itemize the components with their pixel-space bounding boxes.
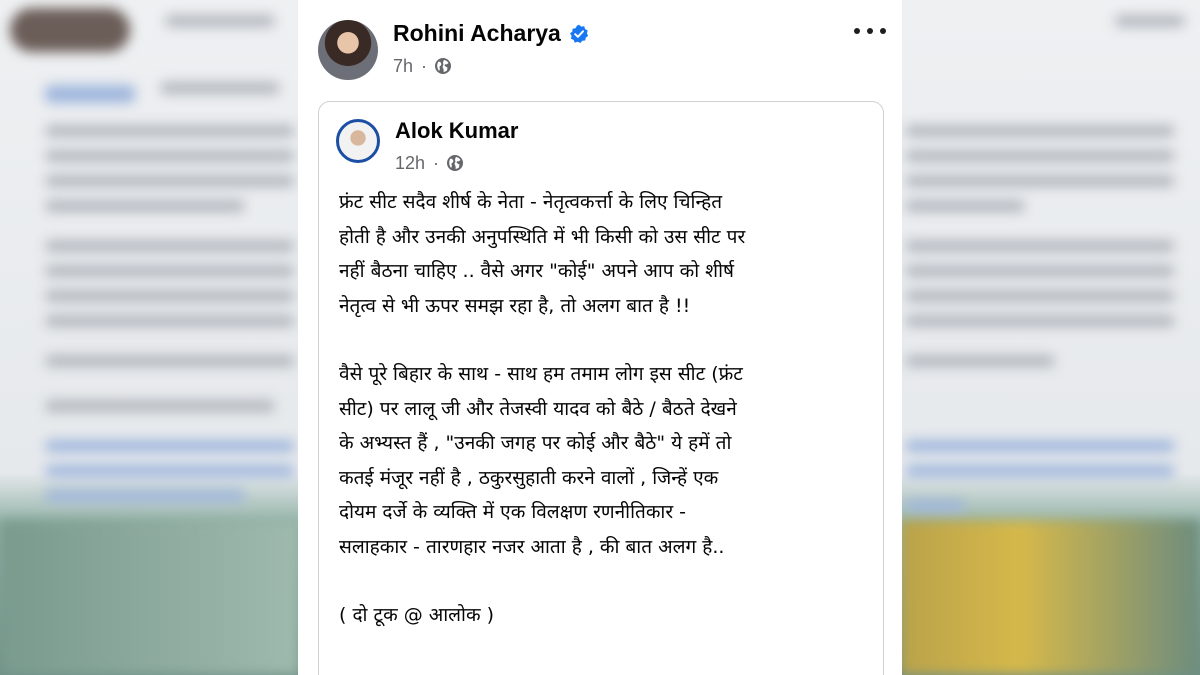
verified-badge-icon	[570, 24, 589, 43]
background-line	[45, 400, 275, 412]
background-line	[45, 290, 295, 302]
background-line	[905, 440, 1175, 452]
background-line	[45, 490, 245, 502]
globe-icon[interactable]	[446, 154, 464, 172]
background-line	[905, 465, 1175, 477]
meta-separator: ·	[421, 55, 428, 76]
post-paragraph: फ्रंट सीट सदैव शीर्ष के नेता - नेतृत्वकर…	[339, 191, 746, 317]
background-line	[905, 125, 1175, 137]
background-line	[905, 500, 965, 512]
background-line	[905, 315, 1175, 327]
meta-separator: ·	[433, 152, 440, 173]
background-line	[905, 355, 1055, 367]
background-line	[165, 15, 275, 27]
post-time[interactable]: 7h	[393, 56, 413, 77]
background-line	[45, 440, 295, 452]
background-line	[905, 200, 1025, 212]
background-image-right	[900, 520, 1200, 675]
background-line	[45, 85, 135, 103]
background-image-left	[0, 520, 300, 675]
background-line	[45, 265, 295, 277]
background-line	[1115, 15, 1185, 27]
background-line	[905, 175, 1175, 187]
background-line	[45, 240, 295, 252]
background-line	[45, 125, 295, 137]
more-options-icon[interactable]	[854, 21, 886, 41]
shared-post-time[interactable]: 12h	[395, 153, 425, 174]
post-meta: 7h ·	[393, 55, 452, 77]
background-avatar	[10, 8, 130, 52]
background-line	[905, 240, 1175, 252]
shared-post-text: फ्रंट सीट सदैव शीर्ष के नेता - नेतृत्वकर…	[339, 185, 869, 667]
post-paragraph: ( दो टूक @ आलोक )	[339, 604, 495, 626]
background-line	[45, 465, 295, 477]
post-card: Rohini Acharya 7h · Alok Kumar 12h · फ्र…	[298, 0, 902, 675]
author-name[interactable]: Rohini Acharya	[393, 18, 561, 48]
background-line	[45, 175, 295, 187]
shared-author-name[interactable]: Alok Kumar	[395, 116, 518, 146]
background-line	[45, 200, 245, 212]
background-line	[160, 82, 280, 94]
background-line	[45, 315, 295, 327]
shared-post-meta: 12h ·	[395, 152, 464, 174]
post-paragraph: वैसे पूरे बिहार के साथ - साथ हम तमाम लोग…	[339, 363, 743, 558]
background-line	[45, 150, 295, 162]
globe-icon[interactable]	[434, 57, 452, 75]
shared-post[interactable]: Alok Kumar 12h · फ्रंट सीट सदैव शीर्ष के…	[318, 101, 884, 675]
background-line	[905, 265, 1175, 277]
shared-author-avatar[interactable]	[336, 119, 380, 163]
background-line	[905, 290, 1175, 302]
background-line	[905, 150, 1175, 162]
background-line	[45, 355, 295, 367]
author-avatar[interactable]	[318, 20, 378, 80]
